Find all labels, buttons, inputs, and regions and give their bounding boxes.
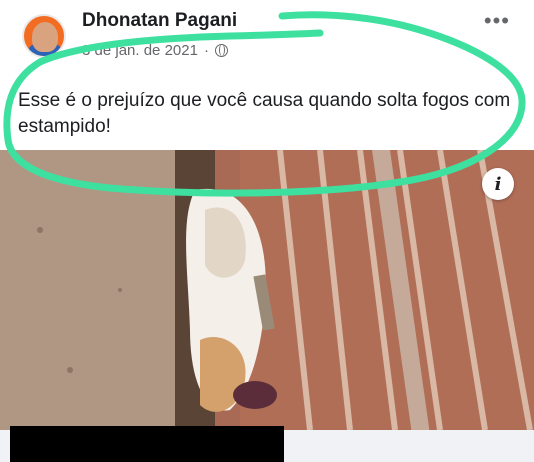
post-header: Dhonatan Pagani 3 de jan. de 2021 · ••• [0, 0, 534, 70]
avatar[interactable] [22, 14, 66, 58]
wall-spot [118, 288, 122, 292]
avatar-face [32, 22, 58, 52]
post-photo[interactable] [0, 150, 534, 430]
wall-spot [67, 367, 73, 373]
redaction-box [10, 426, 284, 462]
post-text: Esse é o prejuízo que você causa quando … [18, 90, 511, 137]
more-options-button[interactable]: ••• [484, 8, 510, 34]
globe-icon [214, 44, 228, 57]
photo-illustration [0, 150, 534, 430]
dog-mouth [233, 381, 277, 409]
info-button[interactable]: i [482, 168, 514, 200]
post-meta: 3 de jan. de 2021 · [82, 42, 228, 59]
author-name[interactable]: Dhonatan Pagani [82, 10, 237, 32]
wall-spot [37, 227, 43, 233]
post-date[interactable]: 3 de jan. de 2021 [82, 42, 198, 59]
concrete-texture [0, 150, 190, 430]
meta-separator: · [203, 42, 209, 59]
